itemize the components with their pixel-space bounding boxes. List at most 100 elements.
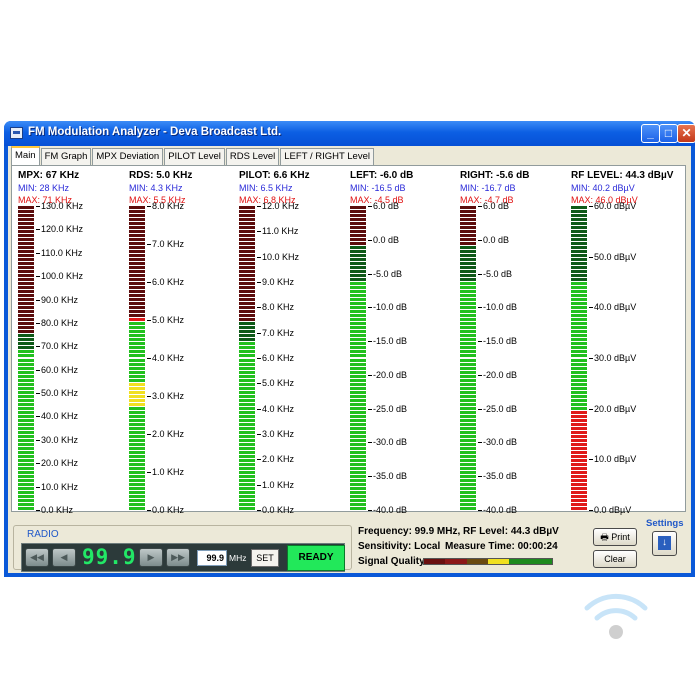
meter-segment (571, 358, 587, 362)
tick-label: -15.0 dB (373, 336, 408, 347)
meter-segment (18, 438, 34, 442)
tick-mark (589, 206, 593, 207)
tick-mark (478, 206, 482, 207)
tick-label: -20.0 dB (483, 369, 518, 380)
tick-label: 10.0 KHz (262, 251, 300, 262)
meter-segment (571, 338, 587, 342)
meter-segment (571, 222, 587, 226)
meter-min: MIN: -16.7 dB (460, 183, 516, 193)
step-back-button[interactable]: ◀ (52, 548, 76, 567)
meter-segment (571, 474, 587, 478)
meter-segment (18, 498, 34, 502)
meter-segment (460, 234, 476, 238)
meter-segment (239, 378, 255, 382)
meter-segment (350, 390, 366, 394)
tick-mark (589, 307, 593, 309)
tick-mark (257, 231, 261, 233)
tab-rds-level[interactable]: RDS Level (225, 148, 280, 165)
meter-segment (571, 342, 587, 346)
meter-segment (18, 386, 34, 390)
meter-segment (129, 382, 145, 386)
meter-segment (571, 378, 587, 382)
tick-label: 2.0 KHz (262, 454, 295, 465)
meter-segment (460, 350, 476, 354)
app-window: FM Modulation Analyzer - Deva Broadcast … (4, 121, 696, 577)
tick-mark (147, 320, 151, 321)
meter-segment (129, 422, 145, 426)
meter-segment (239, 438, 255, 442)
tick-label: 7.0 KHz (152, 239, 185, 249)
meter-segment (350, 310, 366, 314)
tick-label: 6.0 dB (483, 201, 510, 211)
meter-segment (460, 386, 476, 390)
minimize-button[interactable]: _ (641, 124, 660, 143)
meter-segment (460, 374, 476, 378)
meter-segment (460, 494, 476, 498)
meter-segment (460, 406, 476, 410)
clear-button[interactable]: Clear (593, 550, 637, 568)
meter-min: MIN: -16.5 dB (350, 183, 406, 193)
seek-forward-button[interactable]: ▶▶ (166, 548, 190, 567)
meter-segment (129, 406, 145, 410)
meter-segment (129, 374, 145, 378)
tab-main[interactable]: Main (11, 146, 40, 166)
tick-mark (36, 416, 40, 418)
meter-segment (571, 250, 587, 254)
meter-segment (239, 462, 255, 466)
meter-right: RIGHT: -5.6 dB MIN: -16.7 dB MAX: -4.7 d… (460, 166, 560, 515)
meter-segment (18, 486, 34, 490)
set-button[interactable]: SET (251, 549, 279, 567)
meter-title: RDS: 5.0 KHz (129, 170, 193, 181)
meter-segment (239, 506, 255, 510)
meter-segment (129, 418, 145, 422)
meter-segment (18, 426, 34, 430)
meter-segment (18, 318, 34, 322)
meter-segment (571, 230, 587, 234)
tick-mark (589, 358, 593, 359)
tab-fm-graph[interactable]: FM Graph (40, 148, 92, 165)
tick-mark (368, 206, 372, 207)
tab-left-right-level[interactable]: LEFT / RIGHT Level (280, 148, 374, 165)
meter-segment (571, 466, 587, 470)
meter-segment (18, 230, 34, 234)
meter-min: MIN: 6.5 KHz (239, 183, 293, 193)
meter-segment (350, 334, 366, 338)
meter-segment (460, 362, 476, 366)
meter-segment (460, 426, 476, 430)
title-bar[interactable]: FM Modulation Analyzer - Deva Broadcast … (4, 121, 696, 146)
meter-segment (460, 238, 476, 242)
meter-segment (460, 370, 476, 374)
tab-mpx-deviation[interactable]: MPX Deviation (92, 148, 164, 165)
meter-segment (239, 478, 255, 482)
meter-segment (571, 490, 587, 494)
tick-label: 90.0 KHz (41, 294, 79, 305)
step-forward-button[interactable]: ▶ (139, 548, 163, 567)
meter-segment (129, 214, 145, 218)
meter-min: MIN: 4.3 KHz (129, 183, 183, 193)
tab-pilot-level[interactable]: PILOT Level (164, 148, 225, 165)
level-bar (571, 206, 587, 511)
tick-label: -10.0 dB (373, 302, 408, 313)
tick-label: 6.0 KHz (152, 277, 185, 287)
meter-segment (350, 298, 366, 302)
tick-label: 5.0 KHz (152, 315, 185, 325)
print-button[interactable]: 🖶 Print (593, 528, 637, 546)
meter-segment (239, 342, 255, 346)
meter-segment (239, 270, 255, 274)
seek-back-button[interactable]: ◀◀ (25, 548, 49, 567)
close-button[interactable]: ✕ (677, 124, 696, 143)
meter-segment (18, 350, 34, 354)
meter-segment (129, 210, 145, 213)
frequency-input[interactable]: 99.9 (197, 550, 227, 566)
meter-segment (129, 354, 145, 358)
meter-segment (18, 482, 34, 486)
tick-mark (36, 206, 40, 207)
meter-segment (129, 506, 145, 510)
maximize-button[interactable]: □ (659, 124, 678, 143)
meter-segment (571, 442, 587, 446)
tick-mark (36, 510, 40, 511)
meter-segment (129, 410, 145, 414)
meter-segment (460, 446, 476, 450)
settings-button[interactable]: ↓ (652, 531, 677, 556)
meter-segment (571, 334, 587, 338)
